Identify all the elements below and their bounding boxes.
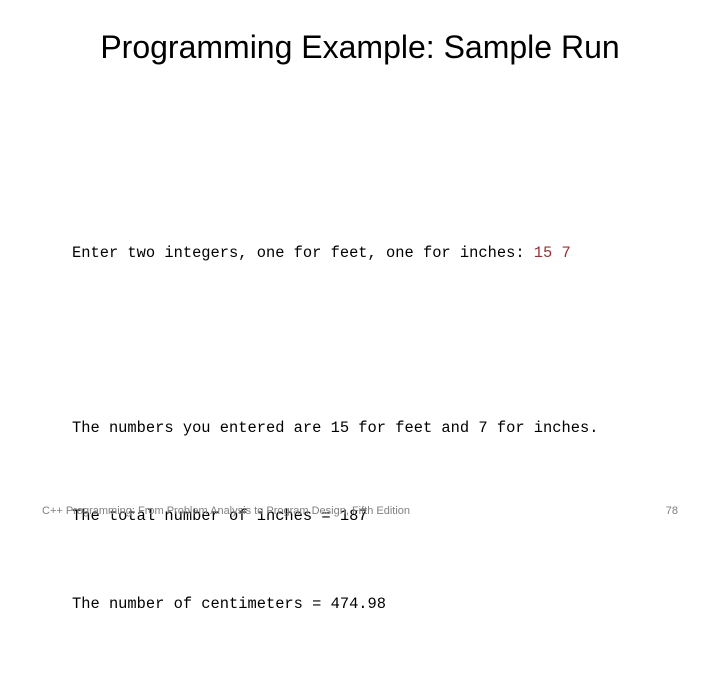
slide-canvas: Programming Example: Sample Run Enter tw… bbox=[0, 0, 720, 613]
console-line-centimeters: The number of centimeters = 474.98 bbox=[72, 595, 387, 613]
console-line-prompt: Enter two integers, one for feet, one fo… bbox=[72, 242, 712, 264]
console-user-input-echo: 15 7 bbox=[533, 244, 571, 262]
page-title: Programming Example: Sample Run bbox=[100, 29, 620, 65]
console-output-block: Enter two integers, one for feet, one fo… bbox=[72, 176, 712, 681]
console-line-numbers-entered: The numbers you entered are 15 for feet … bbox=[72, 419, 599, 437]
footer-page-number: 78 bbox=[665, 505, 678, 517]
footer-book-title: C++ Programming: From Problem Analysis t… bbox=[42, 505, 411, 517]
console-prompt-text: Enter two integers, one for feet, one fo… bbox=[72, 244, 534, 262]
